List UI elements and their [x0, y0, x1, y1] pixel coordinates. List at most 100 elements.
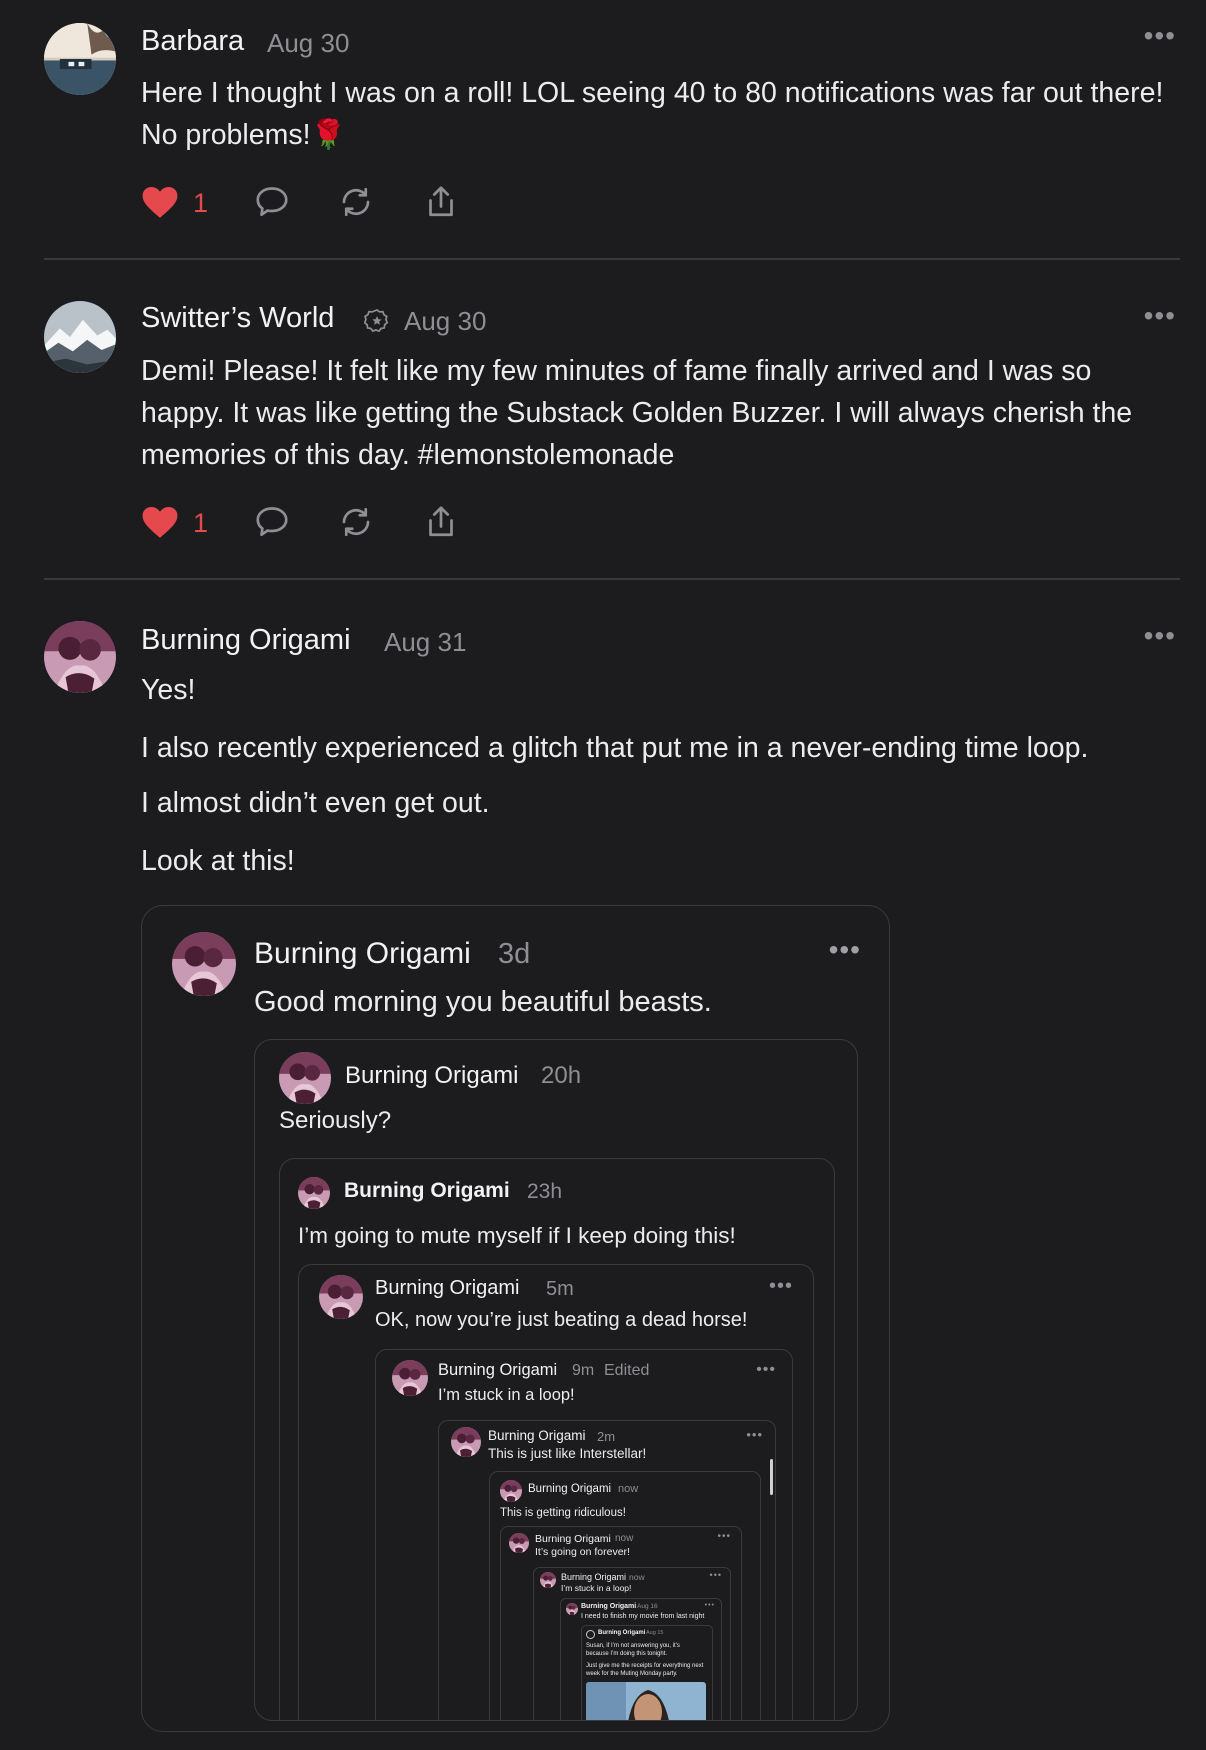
- avatar: [392, 1360, 428, 1396]
- avatar: [566, 1603, 578, 1615]
- heart-icon: [142, 186, 178, 218]
- post-text: I need to finish my movie from last nigh…: [581, 1613, 705, 1620]
- nested-note-3[interactable]: Burning Origami 5m ••• OK, now you’re ju…: [298, 1264, 814, 1720]
- share-icon: [429, 186, 453, 217]
- nested-note-9[interactable]: Burning Origami Aug 16 ••• I need to fin…: [560, 1598, 722, 1720]
- couple-photo: [172, 932, 236, 996]
- restack-button[interactable]: [337, 504, 375, 540]
- avatar: [279, 1052, 331, 1104]
- more-icon[interactable]: •••: [746, 1428, 763, 1441]
- portrait-photo: [586, 1682, 706, 1720]
- more-icon[interactable]: •••: [756, 1362, 776, 1378]
- avatar: [500, 1480, 522, 1502]
- author-name: Burning Origami: [598, 1630, 646, 1636]
- edited-label: Edited: [604, 1362, 650, 1379]
- post-text: Susan, if I’m not answering you, it’s be…: [586, 1643, 680, 1657]
- post-text: OK, now you’re just beating a dead horse…: [375, 1309, 748, 1331]
- post-text: I’m stuck in a loop!: [561, 1583, 632, 1593]
- couple-photo: [319, 1275, 363, 1319]
- share-button[interactable]: [422, 504, 460, 540]
- scrollbar[interactable]: [770, 1459, 773, 1495]
- more-icon[interactable]: •••: [717, 1532, 731, 1542]
- author-name: Burning Origami: [344, 1179, 510, 1202]
- author-name[interactable]: Switter’s World: [141, 302, 334, 335]
- avatar: [319, 1275, 363, 1319]
- avatar: [540, 1572, 556, 1588]
- heart-icon: [142, 506, 178, 538]
- nested-note-6[interactable]: Burning Origami now This is getting ridi…: [489, 1471, 761, 1720]
- post-paragraph: I almost didn’t even get out.: [141, 787, 490, 819]
- nested-note-10[interactable]: Burning Origami Aug 15 Susan, if I’m not…: [581, 1625, 713, 1720]
- like-button[interactable]: [141, 504, 179, 540]
- author-name: Burning Origami: [488, 1428, 586, 1443]
- couple-photo: [451, 1427, 481, 1457]
- more-icon[interactable]: •••: [1144, 22, 1176, 50]
- comment-icon: [256, 507, 288, 537]
- couple-photo: [566, 1603, 578, 1615]
- more-icon[interactable]: •••: [1144, 622, 1176, 650]
- post-switters-world: Switter’s World Aug 30 ••• Demi! Please!…: [44, 280, 1180, 580]
- post-time: 20h: [541, 1062, 582, 1089]
- like-count: 1: [193, 188, 209, 218]
- author-name[interactable]: Burning Origami: [141, 624, 351, 657]
- more-icon[interactable]: •••: [710, 1571, 722, 1580]
- post-barbara: Barbara Aug 30 ••• Here I thought I was …: [44, 0, 1180, 260]
- avatar: [298, 1177, 330, 1209]
- embed-author: Burning Origami: [254, 937, 471, 970]
- post-time: 5m: [546, 1278, 574, 1300]
- lake-tree-photo: [44, 23, 116, 95]
- avatar: [451, 1427, 481, 1457]
- share-icon: [429, 506, 453, 537]
- avatar[interactable]: [44, 23, 116, 95]
- post-time: Aug 16: [637, 1603, 658, 1610]
- nested-note-4[interactable]: Burning Origami 9m Edited ••• I’m stuck …: [375, 1349, 793, 1720]
- comment-button[interactable]: [253, 504, 291, 540]
- avatar: [509, 1533, 529, 1553]
- restack-button[interactable]: [337, 184, 375, 220]
- post-time: 9m: [572, 1362, 595, 1379]
- nested-note-2[interactable]: Burning Origami 23h I’m going to mute my…: [279, 1158, 835, 1720]
- couple-photo: [500, 1480, 522, 1502]
- restack-icon: [342, 187, 370, 217]
- post-time: now: [615, 1533, 634, 1544]
- verified-icon: [364, 308, 390, 334]
- post-actions: 1: [141, 184, 461, 224]
- restack-icon: [342, 507, 370, 537]
- post-time: 23h: [527, 1180, 563, 1203]
- nested-note-5[interactable]: Burning Origami 2m ••• This is just like…: [438, 1420, 776, 1720]
- avatar[interactable]: [44, 621, 116, 693]
- embedded-note[interactable]: Burning Origami 3d ••• Good morning you …: [141, 905, 890, 1732]
- author-name: Burning Origami: [438, 1361, 558, 1379]
- post-text: Demi! Please! It felt like my few minute…: [141, 355, 1133, 471]
- nested-note-1[interactable]: Burning Origami 20h Seriously? Burning O…: [254, 1039, 858, 1721]
- avatar: [586, 1630, 595, 1639]
- avatar[interactable]: [44, 301, 116, 373]
- post-actions: 1: [141, 504, 461, 544]
- like-count: 1: [193, 508, 209, 538]
- author-name[interactable]: Barbara: [141, 25, 244, 58]
- avatar: [172, 932, 236, 996]
- couple-photo: [44, 621, 116, 693]
- share-button[interactable]: [422, 184, 460, 220]
- embed-time: 3d: [498, 938, 531, 970]
- couple-photo: [279, 1052, 331, 1104]
- post-date: Aug 30: [267, 28, 350, 58]
- more-icon[interactable]: •••: [829, 936, 861, 964]
- post-burning-origami: Burning Origami Aug 31 ••• Yes! I also r…: [44, 600, 1180, 1750]
- comment-button[interactable]: [253, 184, 291, 220]
- post-date: Aug 30: [404, 306, 487, 336]
- more-icon[interactable]: •••: [705, 1602, 715, 1609]
- nested-note-7[interactable]: Burning Origami now ••• It’s going on fo…: [500, 1526, 742, 1720]
- post-paragraph: Yes!: [141, 674, 196, 706]
- more-icon[interactable]: •••: [1144, 302, 1176, 330]
- author-name: Burning Origami: [375, 1277, 520, 1299]
- couple-photo: [509, 1533, 529, 1553]
- comment-icon: [256, 187, 288, 217]
- couple-photo: [540, 1572, 556, 1588]
- nested-note-8[interactable]: Burning Origami now ••• I’m stuck in a l…: [533, 1567, 731, 1720]
- post-text: This is getting ridiculous!: [500, 1507, 626, 1519]
- like-button[interactable]: [141, 184, 179, 220]
- post-text: I’m stuck in a loop!: [438, 1386, 575, 1404]
- more-icon[interactable]: •••: [769, 1276, 793, 1296]
- author-name: Burning Origami: [345, 1062, 519, 1089]
